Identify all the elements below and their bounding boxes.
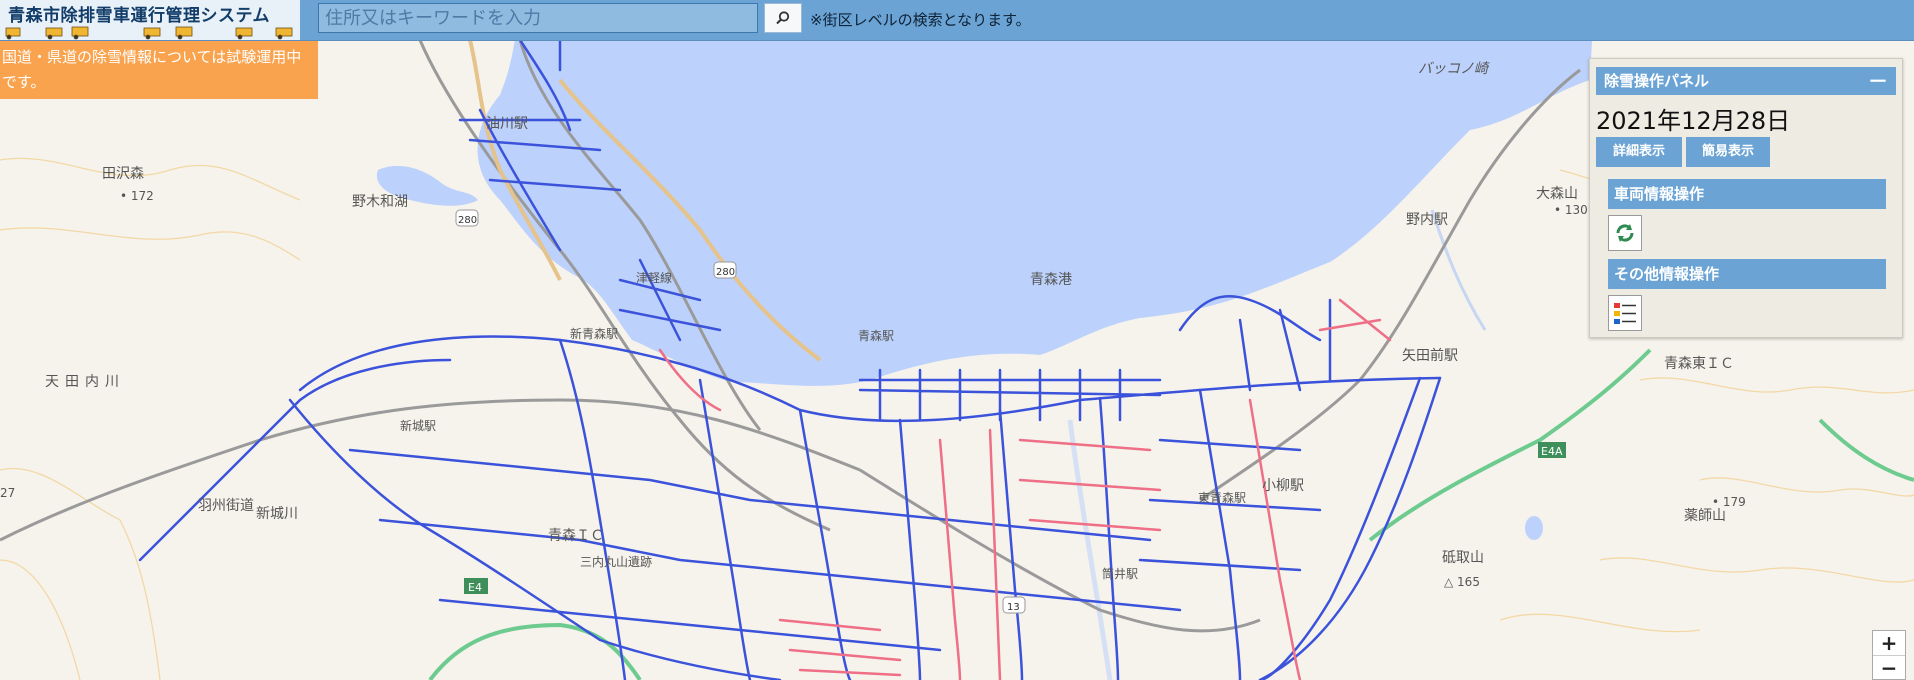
label-left-27: 27 bbox=[0, 486, 15, 500]
label-nonai-station: 野内駅 bbox=[1406, 212, 1448, 228]
zoom-control: + − bbox=[1872, 630, 1906, 680]
app-logo[interactable]: 青森市除排雪車運行管理システム bbox=[0, 0, 300, 40]
other-section-header: その他情報操作 bbox=[1608, 259, 1886, 289]
label-shinjo-station: 新城駅 bbox=[400, 418, 436, 433]
label-yakushiyama-elev: • 179 bbox=[1712, 495, 1746, 509]
simple-view-button[interactable]: 簡易表示 bbox=[1686, 137, 1770, 167]
app-title: 青森市除排雪車運行管理システム bbox=[8, 6, 270, 26]
label-gomodan-elev: △ 165 bbox=[1444, 575, 1480, 589]
snowplow-trucks-icon bbox=[5, 26, 293, 40]
label-aomori-station: 青森駅 bbox=[858, 328, 894, 343]
address-search-input[interactable] bbox=[318, 3, 758, 33]
vehicle-section-header: 車両情報操作 bbox=[1608, 179, 1886, 209]
label-higashi-aomori-station: 東青森駅 bbox=[1198, 490, 1246, 505]
label-omoriyama: 大森山 bbox=[1536, 186, 1578, 202]
label-aburakawa-station: 油川駅 bbox=[486, 116, 528, 132]
label-tenda-uchi-river: 天田内川 bbox=[45, 374, 125, 390]
panel-date: 2021年12月28日 bbox=[1596, 107, 1791, 135]
label-yakushiyama: 薬師山 bbox=[1684, 508, 1726, 524]
top-bar: 青森市除排雪車運行管理システム ※街区レベルの検索となります。 bbox=[0, 0, 1914, 41]
label-route-280a: 280 bbox=[458, 215, 477, 226]
zoom-out-button[interactable]: − bbox=[1873, 656, 1905, 680]
label-kominato-station: 小柳駅 bbox=[1262, 477, 1304, 494]
legend-icon bbox=[1614, 303, 1636, 324]
label-aomori-port: 青森港 bbox=[1030, 272, 1072, 288]
label-tazawamori-elev: • 172 bbox=[120, 189, 154, 203]
label-nogiwako: 野木和湖 bbox=[352, 194, 408, 210]
label-tsutsui-station: 筒井駅 bbox=[1102, 566, 1138, 581]
label-shinjo-river: 新城川 bbox=[256, 506, 298, 522]
panel-header: 除雪操作パネル － bbox=[1596, 67, 1896, 95]
panel-title: 除雪操作パネル bbox=[1604, 72, 1710, 90]
label-shin-aomori-station: 新青森駅 bbox=[570, 326, 618, 341]
snow-control-panel: 除雪操作パネル － 2021年12月28日 詳細表示 簡易表示 車両情報操作 そ… bbox=[1589, 58, 1903, 338]
search-icon bbox=[776, 11, 790, 25]
label-aomori-ic: 青森ＩＣ bbox=[548, 528, 604, 544]
refresh-icon bbox=[1616, 224, 1634, 242]
panel-collapse-button[interactable]: － bbox=[1868, 67, 1888, 95]
search-note: ※街区レベルの検索となります。 bbox=[810, 11, 1031, 29]
label-route-280b: 280 bbox=[716, 267, 735, 278]
label-omoriyama-elev: • 130 bbox=[1554, 203, 1588, 217]
label-route-e4a: E4A bbox=[1541, 445, 1563, 458]
search-button[interactable] bbox=[764, 3, 802, 33]
vehicle-refresh-button[interactable] bbox=[1608, 215, 1642, 251]
label-tazawamori: 田沢森 bbox=[102, 166, 144, 182]
label-route-13: 13 bbox=[1007, 602, 1020, 613]
label-tsugaru-line: 津軽線 bbox=[636, 270, 672, 285]
label-aomori-higashi-ic: 青森東ＩＣ bbox=[1664, 356, 1734, 372]
label-gomodan: 砥取山 bbox=[1442, 550, 1484, 566]
legend-button[interactable] bbox=[1608, 295, 1642, 331]
label-hashu-kaido: 羽州街道 bbox=[198, 498, 254, 514]
label-bakkonozaki: バッコノ崎 bbox=[1418, 61, 1490, 77]
trial-notice: 国道・県道の除雪情報については試験運用中です。 bbox=[0, 41, 318, 99]
label-sannai: 三内丸山遺跡 bbox=[580, 554, 652, 569]
pond-east bbox=[1525, 516, 1543, 540]
label-yadamae-station: 矢田前駅 bbox=[1402, 347, 1458, 364]
detail-view-button[interactable]: 詳細表示 bbox=[1596, 137, 1682, 167]
zoom-in-button[interactable]: + bbox=[1873, 631, 1905, 656]
label-route-e4: E4 bbox=[468, 581, 482, 594]
